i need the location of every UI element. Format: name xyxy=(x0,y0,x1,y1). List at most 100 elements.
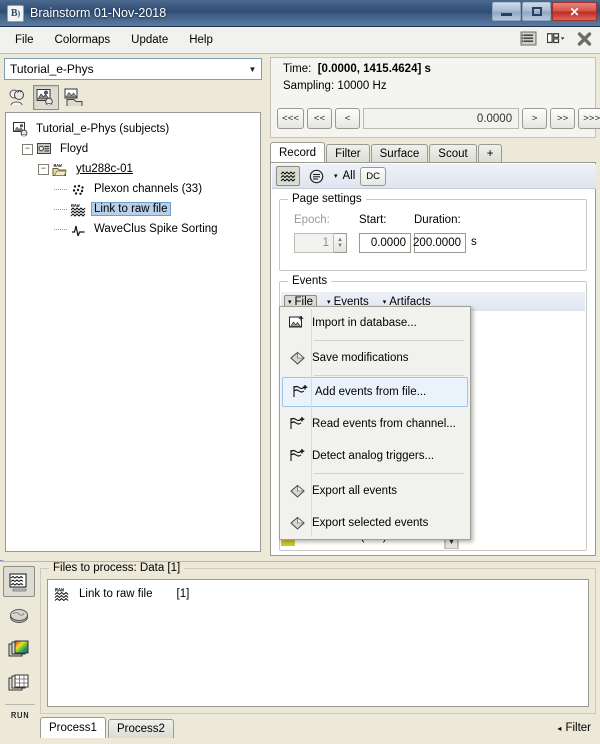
montage-list-icon[interactable] xyxy=(305,166,329,186)
nav-next-button[interactable]: > xyxy=(522,108,547,129)
dc-button[interactable]: DC xyxy=(360,167,386,186)
nav-next-page-button[interactable]: >> xyxy=(550,108,575,129)
list-item[interactable]: RAW Link to raw file [1] xyxy=(48,583,588,605)
layout-icon[interactable] xyxy=(547,29,566,48)
menu-item-detect-analog-triggers[interactable]: Detect analog triggers... xyxy=(280,440,470,472)
caret-down-icon: ▾ xyxy=(288,298,292,306)
svg-text:RAW: RAW xyxy=(55,587,64,593)
sampling-value: 10000 Hz xyxy=(337,80,386,92)
menu-item-save-modifications[interactable]: Save modifications xyxy=(280,342,470,374)
epoch-stepper[interactable]: ▲▼ xyxy=(334,233,347,253)
start-field[interactable]: 0.0000 xyxy=(359,233,411,253)
filter-toggle[interactable]: ◂ Filter xyxy=(557,722,591,734)
tree-node-channels[interactable]: Plexon channels (33) xyxy=(12,179,260,199)
menu-file[interactable]: File xyxy=(6,32,43,48)
expander-toggle[interactable]: − xyxy=(22,144,33,155)
epoch-field: 1 xyxy=(294,233,334,253)
montage-all-label[interactable]: All xyxy=(343,170,356,182)
export-icon xyxy=(282,484,312,499)
process-colors-icon[interactable] xyxy=(3,634,35,665)
import-db-icon xyxy=(282,315,312,331)
tree-node-subject[interactable]: − Floyd xyxy=(12,139,260,159)
menu-bar: File Colormaps Update Help xyxy=(0,27,600,54)
minimize-button[interactable] xyxy=(492,2,521,21)
subjects-active-icon[interactable] xyxy=(33,85,59,110)
start-label: Start: xyxy=(359,214,386,226)
menu-help[interactable]: Help xyxy=(180,32,222,48)
tree-node-link-to-raw-file[interactable]: RAW Link to raw file xyxy=(12,199,260,219)
menu-separator xyxy=(314,473,464,474)
menu-item-label: Save modifications xyxy=(312,352,409,364)
tree-node-protocol[interactable]: Tutorial_e-Phys (subjects) xyxy=(12,119,260,139)
caret-down-icon: ▾ xyxy=(383,298,387,306)
menu-item-import-in-database[interactable]: Import in database... xyxy=(280,307,470,339)
menu-update[interactable]: Update xyxy=(122,32,177,48)
files-to-process-group: Files to process: Data [1] RAW Link to r… xyxy=(40,568,596,714)
database-tree[interactable]: Tutorial_e-Phys (subjects) − Floyd − RAW… xyxy=(5,112,261,552)
events-detail-panel xyxy=(460,311,585,549)
menu-item-export-selected-events[interactable]: Export selected events xyxy=(280,507,470,539)
process-data-icon[interactable] xyxy=(3,566,35,597)
duration-unit: s xyxy=(471,236,477,248)
menu-item-label: Detect analog triggers... xyxy=(312,450,434,462)
nav-prev-page-button[interactable]: << xyxy=(307,108,332,129)
tree-label: Floyd xyxy=(57,142,91,156)
nav-last-button[interactable]: >>> xyxy=(578,108,600,129)
tree-label: WaveClus Spike Sorting xyxy=(91,222,221,236)
subjects-icon[interactable] xyxy=(5,85,31,110)
title-bar: B) Brainstorm 01-Nov-2018 ✕ xyxy=(0,0,600,27)
menu-separator xyxy=(314,375,464,376)
tree-node-spike-sorting[interactable]: WaveClus Spike Sorting xyxy=(12,219,260,239)
expander-toggle[interactable]: − xyxy=(38,164,49,175)
files-to-process-title: Files to process: Data [1] xyxy=(49,562,184,574)
tree-label: Plexon channels (33) xyxy=(91,182,205,196)
tab-process2[interactable]: Process2 xyxy=(108,719,174,738)
montage-caret-icon[interactable]: ▾ xyxy=(334,172,338,180)
close-icon[interactable] xyxy=(575,29,594,48)
tab-add[interactable]: + xyxy=(478,144,503,163)
app-icon: B) xyxy=(7,5,24,22)
time-row: Time: [0.0000, 1415.4624] s xyxy=(271,58,595,75)
tab-surface[interactable]: Surface xyxy=(371,144,429,163)
tab-filter[interactable]: Filter xyxy=(326,144,370,163)
save-icon xyxy=(282,351,312,366)
tab-scout[interactable]: Scout xyxy=(429,144,476,163)
process-tabs: Process1 Process2 xyxy=(40,717,176,738)
chevron-down-icon: ▼ xyxy=(244,65,261,74)
time-navigation: <<< << < 0.0000 > >> >>> xyxy=(277,108,600,129)
sampling-row: Sampling: 10000 Hz xyxy=(271,75,595,92)
maximize-button[interactable] xyxy=(522,2,551,21)
menu-item-add-events-from-file[interactable]: Add events from file... xyxy=(282,377,468,407)
protocol-selector[interactable]: Tutorial_e-Phys ▼ xyxy=(4,58,262,80)
menu-item-export-all-events[interactable]: Export all events xyxy=(280,475,470,507)
process-head-icon[interactable] xyxy=(3,600,35,631)
filter-caret-icon: ◂ xyxy=(557,724,561,733)
tab-process1[interactable]: Process1 xyxy=(40,717,106,738)
montage-waves-icon[interactable] xyxy=(276,166,300,186)
time-info-box: Time: [0.0000, 1415.4624] s Sampling: 10… xyxy=(270,57,596,138)
file-label: Link to raw file xyxy=(79,588,153,600)
nav-prev-button[interactable]: < xyxy=(335,108,360,129)
channels-icon xyxy=(70,181,87,197)
menu-colormaps[interactable]: Colormaps xyxy=(46,32,120,48)
tree-label: Link to raw file xyxy=(91,202,171,216)
tree-node-folder[interactable]: − RAW ytu288c-01 xyxy=(12,159,260,179)
menu-item-label: Export all events xyxy=(312,485,397,497)
page-settings-group: Page settings Epoch: Start: Duration: 1 … xyxy=(279,199,587,271)
panel-tabs: Record Filter Surface Scout + xyxy=(270,142,596,163)
toolbar-divider xyxy=(5,704,35,705)
current-time-field[interactable]: 0.0000 xyxy=(363,108,519,129)
menu-item-read-events-from-channel[interactable]: Read events from channel... xyxy=(280,408,470,440)
duration-field[interactable]: 200.0000 xyxy=(414,233,466,253)
files-to-process-list[interactable]: RAW Link to raw file [1] xyxy=(47,579,589,707)
run-button[interactable]: RUN xyxy=(3,710,37,721)
functional-icon[interactable] xyxy=(61,85,87,110)
list-icon[interactable] xyxy=(519,29,538,48)
process-vertical-toolbar: RUN xyxy=(3,566,37,738)
nav-first-button[interactable]: <<< xyxy=(277,108,304,129)
file-count: [1] xyxy=(177,588,190,600)
tab-record[interactable]: Record xyxy=(270,142,325,163)
close-button[interactable]: ✕ xyxy=(552,2,597,21)
epoch-label: Epoch: xyxy=(294,214,330,226)
process-stack-icon[interactable] xyxy=(3,668,35,699)
